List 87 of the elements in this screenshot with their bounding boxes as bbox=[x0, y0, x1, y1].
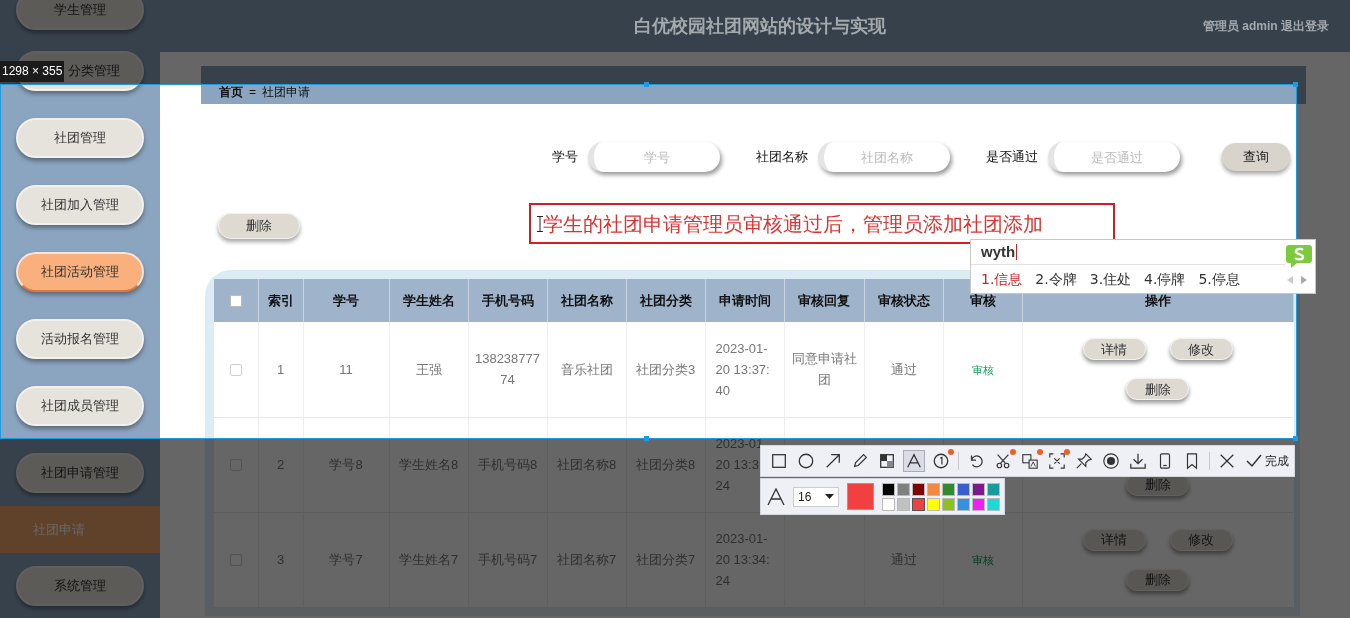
table-cell-text: 社团分类3 bbox=[635, 360, 696, 379]
table-cell-text: 音乐社团 bbox=[560, 360, 613, 379]
field-label: 学号 bbox=[552, 148, 578, 167]
sidebar-item[interactable]: 社团成员管理 bbox=[16, 386, 144, 426]
mosaic-icon[interactable] bbox=[877, 451, 897, 471]
resize-handle[interactable] bbox=[1293, 436, 1298, 441]
table-cell-text: 同意申请社团 bbox=[790, 350, 858, 390]
record-icon[interactable] bbox=[1101, 451, 1121, 471]
column-header: 审核状态 bbox=[864, 279, 943, 322]
search-field[interactable]: 是否通过 bbox=[1048, 142, 1180, 172]
ime-input-text: wyth bbox=[981, 241, 1016, 262]
color-swatch[interactable] bbox=[912, 497, 925, 511]
text-caret-icon bbox=[1016, 244, 1018, 260]
annotation-text: 学生的社团申请管理员审核通过后，管理员添加社团添加 bbox=[543, 211, 1043, 237]
column-header: 社团分类 bbox=[626, 279, 705, 322]
column-header: 学生姓名 bbox=[389, 279, 468, 322]
sidebar-item[interactable]: 社团加入管理 bbox=[16, 185, 144, 225]
column-header: 索引 bbox=[258, 279, 303, 322]
field-label: 社团名称 bbox=[756, 148, 808, 167]
sidebar-item[interactable]: 社团管理 bbox=[16, 118, 144, 158]
column-header: 学号 bbox=[303, 279, 389, 322]
breadcrumb-link[interactable]: 首页 bbox=[219, 83, 243, 101]
color-swatch[interactable] bbox=[927, 482, 940, 496]
delete-button[interactable]: 删除 bbox=[218, 213, 300, 239]
field-label: 是否通过 bbox=[986, 148, 1038, 167]
dropdown-caret-icon bbox=[825, 494, 834, 499]
admin-label: 管理员 admin bbox=[1203, 18, 1278, 35]
table-cell-text: 通过 bbox=[890, 360, 917, 379]
check-icon bbox=[1246, 454, 1262, 468]
table-cell-text: 11 bbox=[339, 360, 353, 379]
circle-icon[interactable] bbox=[796, 451, 816, 471]
action-button[interactable]: 删除 bbox=[1126, 378, 1190, 401]
column-header: 申请时间 bbox=[705, 279, 784, 322]
sidebar-item[interactable]: 社团活动管理 bbox=[16, 252, 144, 292]
rectangle-icon[interactable] bbox=[769, 451, 789, 471]
search-field[interactable]: 学号 bbox=[588, 142, 720, 172]
color-swatch[interactable] bbox=[972, 497, 985, 511]
resize-handle[interactable] bbox=[644, 82, 649, 87]
search-button[interactable]: 查询 bbox=[1222, 143, 1290, 171]
current-color-swatch[interactable] bbox=[847, 483, 874, 510]
action-button[interactable]: 详情 bbox=[1082, 338, 1146, 361]
text-icon[interactable] bbox=[904, 451, 924, 471]
table-cell-text: 13823877774 bbox=[473, 350, 542, 390]
row-checkbox[interactable] bbox=[229, 364, 242, 377]
resize-handle[interactable] bbox=[1293, 82, 1298, 87]
color-swatch[interactable] bbox=[927, 497, 940, 511]
action-button[interactable]: 修改 bbox=[1169, 338, 1233, 361]
select-all-checkbox[interactable] bbox=[229, 295, 242, 308]
color-swatch[interactable] bbox=[942, 497, 955, 511]
ocr-frame-icon[interactable] bbox=[1047, 451, 1067, 471]
review-link[interactable]: 审核 bbox=[971, 363, 994, 376]
pin-icon[interactable] bbox=[1074, 451, 1094, 471]
table-cell-text: 王强 bbox=[415, 360, 442, 379]
logo-icon bbox=[1285, 243, 1313, 269]
font-size-dropdown[interactable]: 16 bbox=[793, 486, 839, 507]
color-swatch[interactable] bbox=[942, 482, 955, 496]
table-cell-text: 2023-01- 20 13:37: 40 bbox=[715, 339, 770, 400]
table-cell-text: 1 bbox=[276, 360, 285, 379]
breadcrumb-current: 社团申请 bbox=[262, 84, 310, 101]
color-swatch[interactable] bbox=[987, 497, 1000, 511]
breadcrumb-separator: = bbox=[249, 84, 256, 101]
text-tool-icon bbox=[767, 487, 785, 506]
resize-handle[interactable] bbox=[644, 436, 649, 441]
color-swatch[interactable] bbox=[957, 482, 970, 496]
scissors-icon[interactable] bbox=[993, 451, 1013, 471]
selection-size-label: 1298 × 355 bbox=[0, 61, 65, 82]
logout-link[interactable]: 退出登录 bbox=[1281, 17, 1329, 35]
search-field[interactable]: 社团名称 bbox=[818, 142, 950, 172]
translate-icon[interactable] bbox=[1020, 451, 1040, 471]
color-swatch[interactable] bbox=[987, 482, 1000, 496]
sidebar-item[interactable]: 活动报名管理 bbox=[16, 319, 144, 359]
column-header: 手机号码 bbox=[468, 279, 547, 322]
download-icon[interactable] bbox=[1128, 451, 1148, 471]
text-cursor-icon bbox=[537, 215, 543, 232]
site-title: 白优校园社团网站的设计与实现 bbox=[634, 14, 886, 38]
color-swatch[interactable] bbox=[912, 482, 925, 496]
color-swatch[interactable] bbox=[882, 482, 895, 496]
color-swatch[interactable] bbox=[957, 497, 970, 511]
color-swatch[interactable] bbox=[882, 497, 895, 511]
column-header: 社团名称 bbox=[547, 279, 626, 322]
color-swatch[interactable] bbox=[972, 482, 985, 496]
column-header: 审核回复 bbox=[784, 279, 864, 322]
done-button[interactable]: 完成 bbox=[1246, 452, 1289, 470]
numbered-marker-icon[interactable] bbox=[931, 451, 951, 471]
selection-frame[interactable] bbox=[0, 84, 1297, 439]
color-swatch[interactable] bbox=[897, 482, 910, 496]
color-swatch[interactable] bbox=[897, 497, 910, 511]
